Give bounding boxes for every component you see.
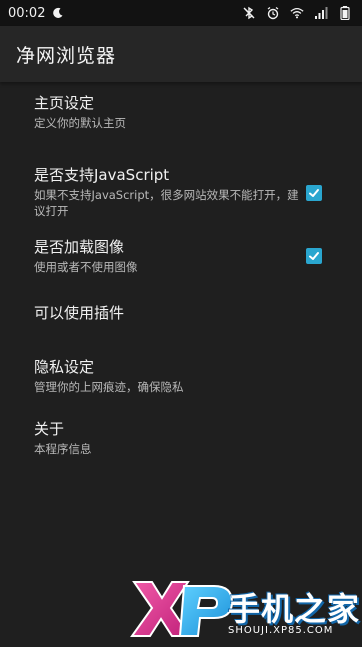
setting-title: 隐私设定 (34, 358, 95, 376)
status-left: 00:02 (8, 6, 65, 21)
setting-title: 关于 (34, 420, 65, 438)
checkmark-icon (309, 252, 319, 260)
checkmark-icon (309, 189, 319, 197)
javascript-checkbox[interactable] (306, 185, 322, 201)
watermark-text: 手机之家 (228, 590, 361, 628)
load-images-checkbox[interactable] (306, 248, 322, 264)
status-time: 00:02 (8, 5, 46, 21)
app-title: 净网浏览器 (16, 44, 117, 67)
setting-load-images[interactable]: 是否加载图像 使用或者不使用图像 (0, 238, 362, 278)
watermark-url: SHOUJI.XP85.COM (228, 625, 334, 636)
setting-plugins[interactable]: 可以使用插件 (0, 304, 362, 334)
bluetooth-off-icon (242, 6, 256, 20)
signal-icon (314, 6, 328, 20)
setting-javascript[interactable]: 是否支持JavaScript 如果不支持JavaScript，很多网站效果不能打… (0, 166, 362, 222)
setting-description: 如果不支持JavaScript，很多网站效果不能打开，建议打开 (34, 188, 299, 218)
setting-description: 使用或者不使用图像 (34, 260, 138, 274)
setting-description: 管理你的上网痕迹，确保隐私 (34, 380, 184, 394)
wifi-icon (290, 6, 304, 20)
battery-icon (338, 6, 352, 20)
setting-title: 是否加载图像 (34, 238, 125, 256)
watermark-logo: 手机之家 SHOUJI.XP85.COM (128, 578, 362, 643)
setting-privacy[interactable]: 隐私设定 管理你的上网痕迹，确保隐私 (0, 358, 362, 398)
setting-title: 主页设定 (34, 94, 95, 112)
moon-icon (51, 6, 65, 20)
status-bar: 00:02 (0, 0, 362, 26)
setting-description: 本程序信息 (34, 442, 92, 456)
settings-list: 主页设定 定义你的默认主页 是否支持JavaScript 如果不支持JavaSc… (0, 82, 362, 460)
setting-title: 是否支持JavaScript (34, 166, 170, 184)
status-right (242, 6, 352, 20)
setting-description: 定义你的默认主页 (34, 116, 126, 130)
alarm-icon (266, 6, 280, 20)
app-bar: 净网浏览器 (0, 26, 362, 82)
setting-about[interactable]: 关于 本程序信息 (0, 420, 362, 460)
setting-homepage[interactable]: 主页设定 定义你的默认主页 (0, 94, 362, 146)
setting-title: 可以使用插件 (34, 304, 125, 322)
